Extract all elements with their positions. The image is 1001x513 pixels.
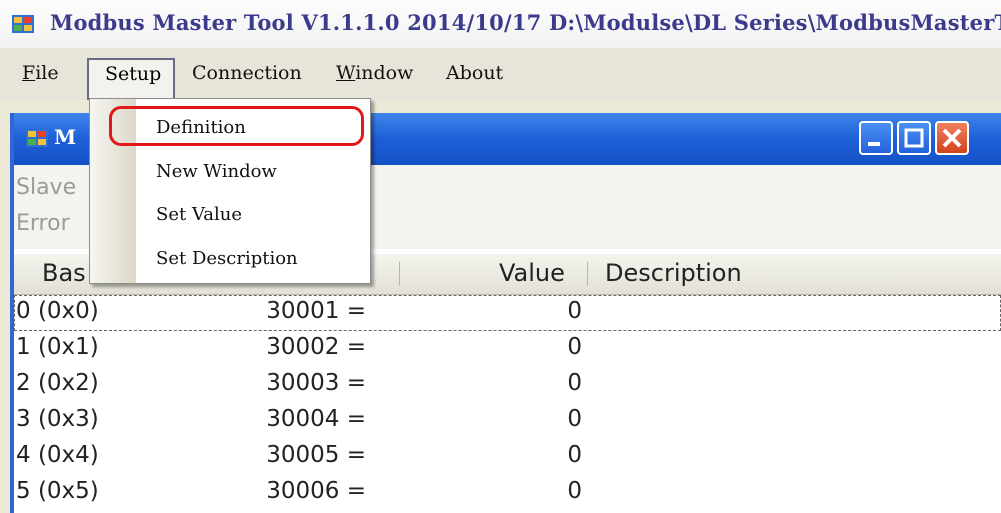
window-title: Modbus Master Tool V1.1.1.0 2014/10/17 D… xyxy=(50,10,1001,35)
table-row[interactable]: 5 (0x5) 30006 = 0 xyxy=(14,475,1001,511)
definition-highlight-annotation xyxy=(109,106,364,146)
menu-about[interactable]: About xyxy=(446,62,503,84)
error-label: Error xyxy=(16,211,70,236)
cell-base: 4 (0x4) xyxy=(16,442,99,468)
header-value[interactable]: Value xyxy=(499,259,565,287)
cell-base: 5 (0x5) xyxy=(16,478,99,504)
menu-item-new-window[interactable]: New Window xyxy=(156,161,277,182)
menu-item-set-value[interactable]: Set Value xyxy=(156,204,242,225)
minimize-button[interactable] xyxy=(859,121,893,155)
menu-item-set-description[interactable]: Set Description xyxy=(156,248,298,269)
table-row[interactable]: 1 (0x1) 30002 = 0 xyxy=(14,331,1001,367)
table-row[interactable]: 4 (0x4) 30005 = 0 xyxy=(14,439,1001,475)
cell-address: 30005 = xyxy=(266,442,366,468)
cell-base: 0 (0x0) xyxy=(16,298,99,324)
header-base[interactable]: Bas xyxy=(42,259,86,287)
cell-address: 30003 = xyxy=(266,370,366,396)
cell-base: 2 (0x2) xyxy=(16,370,99,396)
header-description[interactable]: Description xyxy=(605,259,742,287)
close-icon xyxy=(942,128,962,148)
header-separator[interactable] xyxy=(587,262,588,286)
cell-value: 0 xyxy=(567,370,582,396)
table-row[interactable]: 0 (0x0) 30001 = 0 xyxy=(14,295,1001,331)
slave-label: Slave xyxy=(16,175,77,200)
menu-file[interactable]: File xyxy=(22,62,59,84)
cell-address: 30004 = xyxy=(266,406,366,432)
cell-base: 3 (0x3) xyxy=(16,406,99,432)
title-bar[interactable]: Modbus Master Tool V1.1.1.0 2014/10/17 D… xyxy=(0,0,1001,48)
cell-address: 30006 = xyxy=(266,478,366,504)
minimize-icon xyxy=(868,142,880,146)
maximize-icon xyxy=(904,128,924,148)
menu-connection[interactable]: Connection xyxy=(192,62,302,84)
cell-address: 30001 = xyxy=(266,298,366,324)
child-title-text: M xyxy=(54,125,77,149)
cell-value: 0 xyxy=(567,442,582,468)
table-row[interactable]: 3 (0x3) 30004 = 0 xyxy=(14,403,1001,439)
child-app-icon xyxy=(26,129,48,147)
menu-window[interactable]: Window xyxy=(336,62,413,84)
cell-value: 0 xyxy=(567,406,582,432)
maximize-button[interactable] xyxy=(897,121,931,155)
cell-value: 0 xyxy=(567,298,582,324)
cell-base: 1 (0x1) xyxy=(16,334,99,360)
app-icon xyxy=(12,15,34,33)
header-separator[interactable] xyxy=(399,262,400,286)
close-button[interactable] xyxy=(935,121,969,155)
cell-value: 0 xyxy=(567,478,582,504)
table-row[interactable]: 2 (0x2) 30003 = 0 xyxy=(14,367,1001,403)
cell-value: 0 xyxy=(567,334,582,360)
cell-address: 30002 = xyxy=(266,334,366,360)
menu-setup[interactable]: Setup xyxy=(87,58,175,100)
